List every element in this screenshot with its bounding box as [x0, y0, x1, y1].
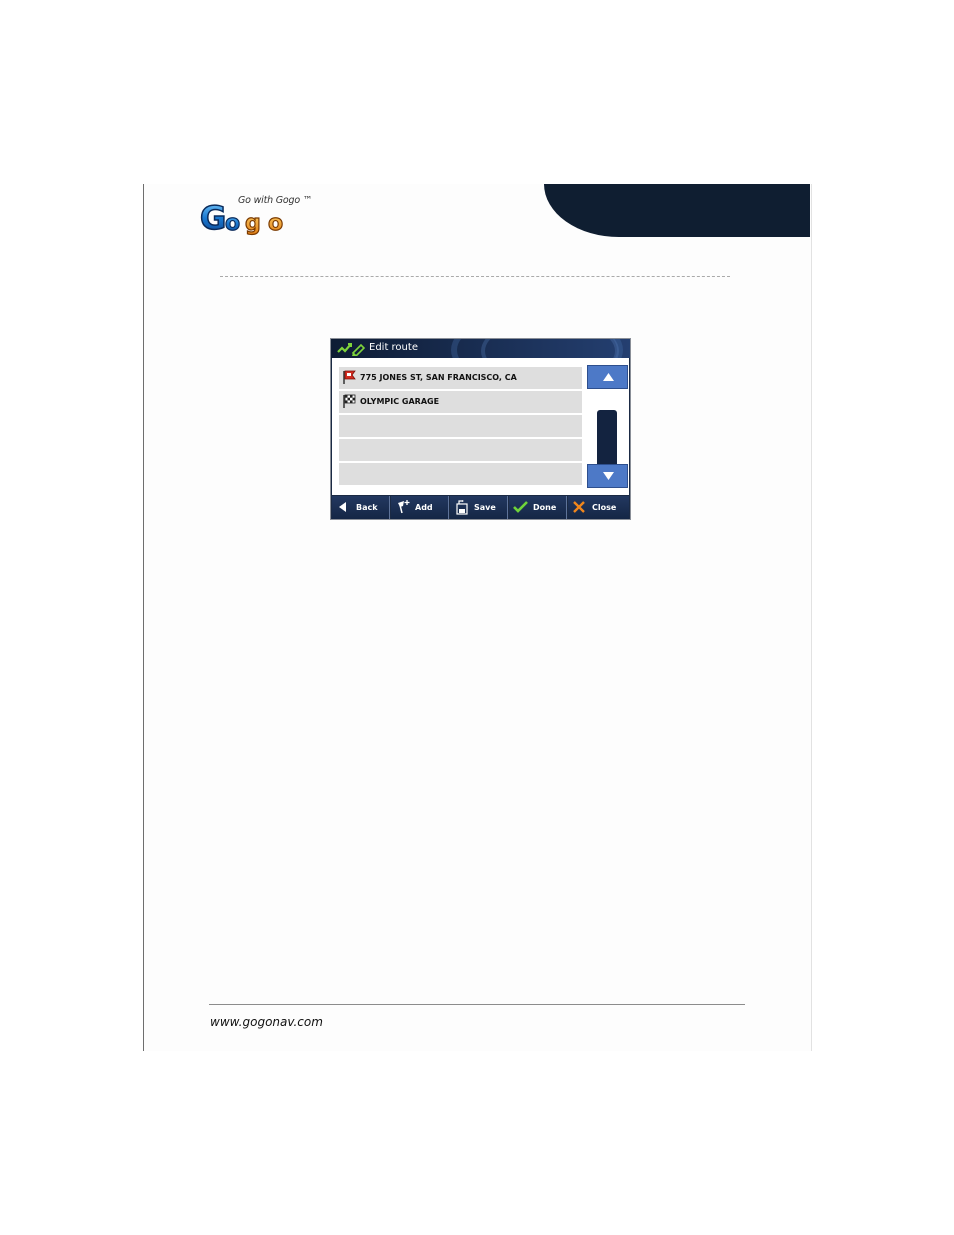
logo-tagline: Go with Gogo ™ [238, 195, 313, 206]
screen-title-bar: Edit route [331, 339, 630, 358]
footer-divider [209, 1004, 745, 1005]
bottom-toolbar: Back Add Save Done Close [332, 496, 629, 519]
back-button-label: Back [356, 503, 378, 512]
scroll-up-button[interactable] [587, 365, 628, 389]
svg-text:G: G [200, 199, 226, 237]
header-dashed-divider [220, 276, 730, 277]
add-button[interactable]: Add [391, 496, 449, 519]
route-item[interactable]: 775 JONES ST, SAN FRANCISCO, CA [339, 367, 582, 389]
footer-url: www.gogonav.com [210, 1015, 323, 1029]
manual-page [143, 184, 812, 1051]
route-item-empty[interactable] [339, 439, 582, 461]
done-button[interactable]: Done [509, 496, 567, 519]
route-item-empty[interactable] [339, 415, 582, 437]
checkered-flag-icon [343, 394, 356, 408]
close-x-icon [573, 501, 585, 513]
route-item-label: 775 JONES ST, SAN FRANCISCO, CA [360, 373, 517, 382]
svg-text:o: o [268, 211, 283, 236]
route-item[interactable]: OLYMPIC GARAGE [339, 391, 582, 413]
red-flag-icon [343, 370, 356, 384]
svg-text:o: o [225, 211, 240, 236]
add-waypoint-icon [398, 500, 410, 514]
page-corner-tab [544, 184, 810, 237]
back-button[interactable]: Back [332, 496, 390, 519]
gogo-logo: Go with Gogo ™ G o g o [198, 192, 320, 238]
titlebar-swirl [481, 339, 619, 358]
checkmark-icon [513, 501, 528, 513]
route-edit-icon [337, 343, 365, 356]
arrow-up-icon [603, 373, 614, 381]
done-button-label: Done [533, 503, 557, 512]
arrow-down-icon [603, 472, 614, 480]
save-button[interactable]: Save [450, 496, 508, 519]
close-button[interactable]: Close [568, 496, 629, 519]
edit-route-screen: Edit route 775 JONES ST, SAN FRANCISCO, … [330, 338, 631, 520]
route-item-label: OLYMPIC GARAGE [360, 397, 440, 406]
save-disk-icon [456, 500, 468, 515]
save-button-label: Save [474, 503, 496, 512]
close-button-label: Close [592, 503, 617, 512]
route-item-empty[interactable] [339, 463, 582, 485]
scroll-down-button[interactable] [587, 464, 628, 488]
route-list: 775 JONES ST, SAN FRANCISCO, CA OLYMPIC … [332, 358, 629, 495]
screen-title: Edit route [369, 342, 418, 353]
back-arrow-icon [339, 502, 346, 512]
svg-text:g: g [245, 211, 261, 236]
add-button-label: Add [415, 503, 433, 512]
